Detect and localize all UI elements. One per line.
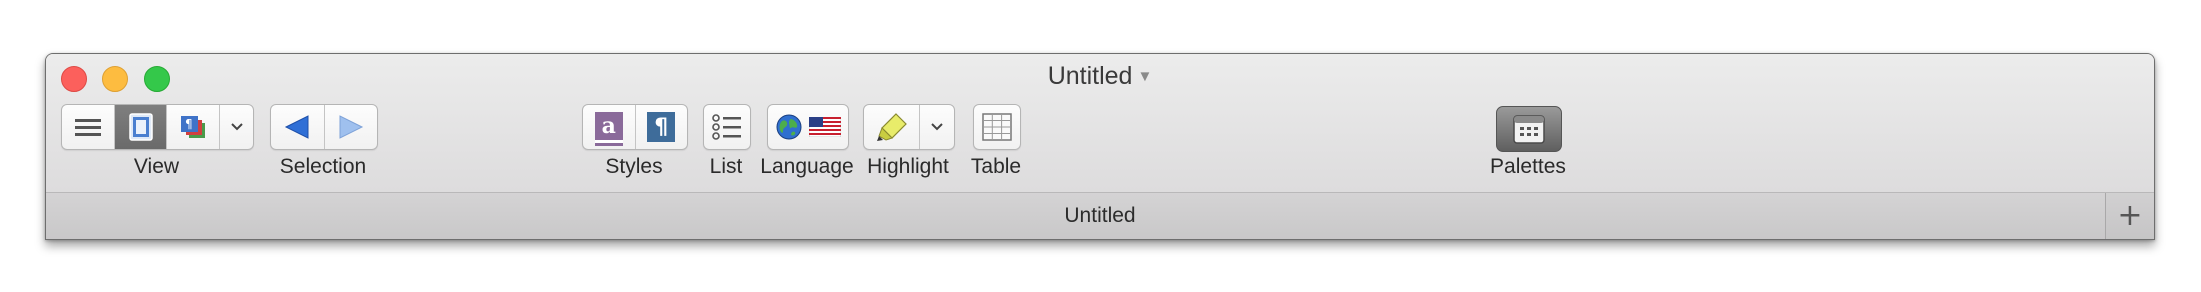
table-grid-icon [982,113,1012,141]
table-button-cell [974,105,1020,149]
character-style-button[interactable]: a [583,105,635,149]
app-window: Untitled ▼ ¶ View Selection a ¶ Styles L… [45,53,2155,240]
palettes-label: Palettes [1490,155,1566,178]
styles-segmented-control: a ¶ [582,104,688,150]
palettes-icon [1513,115,1545,144]
tab-untitled[interactable]: Untitled [46,204,2154,228]
highlighter-icon [876,113,907,141]
plus-icon: + [2117,198,2143,233]
paragraph-style-button[interactable]: ¶ [634,105,688,149]
window-title[interactable]: Untitled ▼ [46,62,2154,91]
view-options-dropdown[interactable] [219,105,253,149]
us-flag-icon [809,117,841,137]
page-view-button[interactable] [113,105,167,149]
palettes-button[interactable] [1496,106,1562,152]
layout-stack-icon: ¶ [181,116,206,138]
list-button-cell [704,105,750,149]
tab-bar: Untitled + [46,193,2154,239]
highlight-options-dropdown[interactable] [919,105,954,149]
paragraph-style-icon: ¶ [647,112,676,142]
view-segmented-control: ¶ [61,104,254,150]
chevron-down-icon [931,123,943,131]
bullet-list-icon [712,114,741,140]
styles-label: Styles [605,155,663,178]
table-button[interactable] [973,104,1021,150]
list-label: List [709,155,743,178]
globe-icon [776,114,802,140]
sidebar-view-button[interactable] [62,105,114,149]
language-button[interactable] [767,104,849,150]
chevron-down-icon [230,123,243,131]
list-button[interactable] [703,104,751,150]
page-view-icon [128,113,153,141]
list-lines-icon [74,119,101,136]
highlight-segmented-control [863,104,955,150]
selection-back-button[interactable] [271,105,324,149]
title-bar-toolbar: Untitled ▼ ¶ View Selection a ¶ Styles L… [46,54,2154,193]
selection-label: Selection [279,155,367,178]
chevron-down-icon: ▼ [1137,68,1153,85]
table-label: Table [970,155,1022,178]
character-style-glyph: a [601,112,616,139]
selection-forward-button[interactable] [323,105,378,149]
triangle-right-icon [339,115,363,139]
layout-view-button[interactable]: ¶ [166,105,219,149]
language-button-cell [768,105,848,149]
triangle-left-icon [285,115,309,139]
highlight-button[interactable] [864,105,919,149]
paragraph-style-glyph: ¶ [654,114,669,140]
character-style-icon: a [594,111,623,143]
view-label: View [133,155,180,178]
svg-text:¶: ¶ [185,117,193,131]
highlight-label: Highlight [867,155,949,178]
window-title-text: Untitled [1047,62,1133,90]
new-tab-button[interactable]: + [2105,193,2154,239]
language-label: Language [760,155,854,178]
selection-segmented-control [270,104,378,150]
